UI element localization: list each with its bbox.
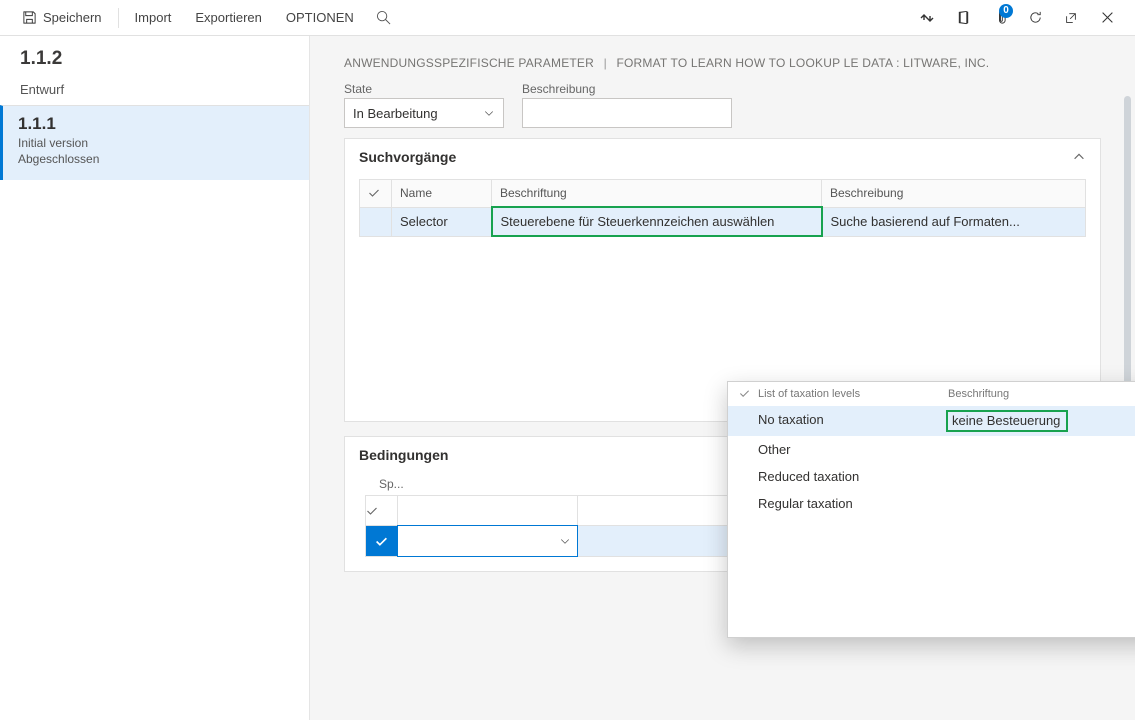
popup-label-highlighted: keine Besteuerung [948, 412, 1066, 430]
conditions-title: Bedingungen [359, 447, 448, 463]
chevron-down-icon[interactable] [559, 535, 571, 547]
popup-row-other[interactable]: Other [728, 436, 1135, 463]
save-button[interactable]: Speichern [10, 0, 114, 36]
chevron-down-icon [483, 107, 495, 119]
popup-cell-labeled: keine Besteuerung [948, 412, 1135, 430]
lookups-card: Suchvorgänge Name Beschriftung Beschreib… [344, 138, 1101, 422]
command-bar: Speichern Import Exportieren OPTIONEN 0 [0, 0, 1135, 36]
popup-cell [948, 496, 1135, 511]
version-sidebar: 1.1.2 Entwurf 1.1.1 Initial version Abge… [0, 36, 310, 720]
version-item-1-1-1[interactable]: 1.1.1 Initial version Abgeschlossen [0, 105, 309, 180]
lookups-title: Suchvorgänge [359, 149, 456, 165]
popup-col1-header[interactable]: List of taxation levels [758, 388, 948, 400]
popup-row-regular[interactable]: Regular taxation [728, 490, 1135, 517]
link-icon-button[interactable] [909, 0, 945, 36]
lookups-card-header[interactable]: Suchvorgänge [345, 139, 1100, 175]
state-label: State [344, 82, 504, 96]
popup-cell: Other [758, 442, 948, 457]
popup-cell: No taxation [758, 412, 948, 430]
options-button[interactable]: OPTIONEN [274, 0, 366, 36]
popup-cell [948, 469, 1135, 484]
search-button[interactable] [366, 0, 402, 36]
search-icon [376, 10, 391, 25]
import-button[interactable]: Import [123, 0, 184, 36]
popup-row-no-taxation[interactable]: No taxation keine Besteuerung [728, 406, 1135, 436]
version-number: 1.1.1 [18, 114, 289, 134]
close-button[interactable] [1089, 0, 1125, 36]
breadcrumb: ANWENDUNGSSPEZIFISCHE PARAMETER | FORMAT… [344, 56, 1101, 70]
state-dropdown[interactable]: In Bearbeitung [344, 98, 504, 128]
current-version-status: Entwurf [0, 74, 309, 105]
col-desc-header[interactable]: Beschreibung [822, 180, 1086, 208]
refresh-icon [1028, 10, 1043, 25]
lookups-row-selector[interactable]: Selector Steuerebene für Steuerkennzeich… [360, 207, 1086, 236]
check-column-header[interactable] [360, 180, 392, 208]
popup-cell: Reduced taxation [758, 469, 948, 484]
cell-label-highlighted: Steuerebene für Steuerkennzeichen auswäh… [492, 207, 822, 236]
lookups-table: Name Beschriftung Beschreibung Selector … [359, 179, 1086, 237]
breadcrumb-segment-2: FORMAT TO LEARN HOW TO LOOKUP LE DATA : … [616, 56, 989, 70]
save-label: Speichern [43, 10, 102, 25]
breadcrumb-separator: | [598, 56, 613, 70]
version-line2: Abgeschlossen [18, 152, 289, 166]
office-icon [956, 10, 971, 25]
popout-icon [1064, 11, 1078, 25]
col-name-header[interactable]: Name [392, 180, 492, 208]
save-icon [22, 10, 37, 25]
description-label: Beschreibung [522, 82, 732, 96]
attach-with-badge-button[interactable]: 0 [981, 0, 1017, 36]
state-value: In Bearbeitung [353, 106, 438, 121]
check-icon [375, 535, 388, 548]
popup-header-row: List of taxation levels Beschriftung [728, 382, 1135, 406]
current-version-title: 1.1.2 [20, 48, 289, 70]
check-icon [368, 187, 380, 199]
description-input[interactable] [522, 98, 732, 128]
conditions-check-header[interactable] [366, 496, 398, 526]
chevron-up-icon [1072, 150, 1086, 164]
popup-cell: Regular taxation [758, 496, 948, 511]
cell-desc: Suche basierend auf Formaten... [822, 207, 1086, 236]
office-icon-button[interactable] [945, 0, 981, 36]
lookups-header-row: Name Beschriftung Beschreibung [360, 180, 1086, 208]
col-label-header[interactable]: Beschriftung [492, 180, 822, 208]
popup-col2-header[interactable]: Beschriftung [948, 388, 1135, 400]
export-button[interactable]: Exportieren [183, 0, 273, 36]
attach-badge: 0 [999, 4, 1013, 18]
conditions-input-1[interactable] [398, 526, 553, 556]
conditions-cell-order[interactable]: 1 [578, 526, 748, 557]
cell-name: Selector [392, 207, 492, 236]
version-line1: Initial version [18, 136, 289, 150]
close-icon [1101, 11, 1114, 24]
check-icon [736, 388, 752, 399]
popout-button[interactable] [1053, 0, 1089, 36]
description-field: Beschreibung [522, 82, 732, 128]
command-separator [118, 8, 119, 28]
popup-cell [948, 442, 1135, 457]
breadcrumb-segment-1[interactable]: ANWENDUNGSSPEZIFISCHE PARAMETER [344, 56, 594, 70]
refresh-button[interactable] [1017, 0, 1053, 36]
check-icon [366, 505, 378, 517]
taxation-levels-popup: List of taxation levels Beschriftung No … [727, 381, 1135, 638]
link-icon [919, 10, 935, 26]
popup-row-reduced[interactable]: Reduced taxation [728, 463, 1135, 490]
state-field: State In Bearbeitung [344, 82, 504, 128]
